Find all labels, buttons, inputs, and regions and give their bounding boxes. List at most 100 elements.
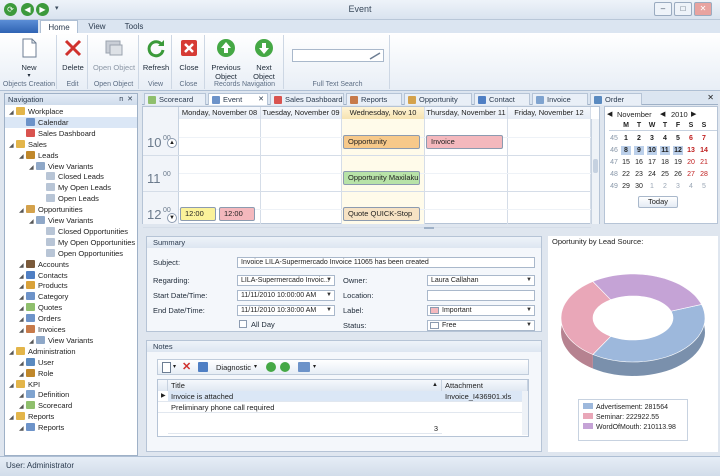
day-header[interactable]: Monday, November 08	[179, 107, 261, 119]
scroll-up-icon[interactable]: ▲	[167, 138, 177, 148]
attachment-cell[interactable]: Invoice_I436901.xls	[442, 391, 522, 402]
location-field[interactable]	[427, 290, 535, 301]
open-object-button[interactable]: Open Object	[91, 37, 137, 72]
doc-tab[interactable]: Reports	[346, 93, 402, 105]
calendar-day[interactable]: 22	[621, 170, 631, 179]
end-datetime-field[interactable]: 11/11/2010 10:30:00 AM ▼	[237, 305, 335, 316]
nav-item[interactable]: My Open Leads	[5, 182, 137, 193]
notes-scrollbar[interactable]	[522, 391, 528, 435]
all-day-checkbox[interactable]	[239, 320, 247, 328]
calendar-day[interactable]: 3	[673, 182, 683, 191]
column-title[interactable]: Title	[168, 380, 442, 391]
application-menu-button[interactable]	[0, 20, 38, 33]
tab-tools[interactable]: Tools	[116, 20, 152, 33]
delete-button[interactable]: Delete	[60, 37, 86, 72]
next-year-button[interactable]: ▶	[691, 110, 696, 118]
appointment[interactable]: Quote QUICK-Stop	[343, 207, 420, 221]
calendar-day[interactable]: 24	[647, 170, 657, 179]
calendar-month[interactable]: November	[617, 110, 652, 119]
nav-item[interactable]: ◢ Definition	[5, 389, 137, 400]
tab-home[interactable]: Home	[40, 20, 78, 33]
nav-item[interactable]: ◢ User	[5, 357, 137, 368]
nav-item[interactable]: ◢ Workplace	[5, 106, 137, 117]
calendar-day[interactable]: 23	[634, 170, 644, 179]
calendar-day[interactable]: 17	[647, 158, 657, 167]
calendar-day[interactable]: 1	[647, 182, 657, 191]
doc-tab[interactable]: Order	[590, 93, 642, 105]
doc-tab[interactable]: Opportunity	[404, 93, 472, 105]
calendar-day[interactable]: 9	[634, 146, 644, 155]
full-text-search-input[interactable]	[292, 49, 384, 62]
calendar-day[interactable]: 19	[673, 158, 683, 167]
nav-item[interactable]: ◢ Reports	[5, 422, 137, 433]
calendar-day[interactable]: 2	[634, 134, 644, 143]
calendar-day[interactable]: 15	[621, 158, 631, 167]
nav-item[interactable]: ◢ Scorecard	[5, 400, 137, 411]
next-note-icon[interactable]	[280, 362, 290, 372]
nav-item[interactable]: Open Leads	[5, 193, 137, 204]
close-button[interactable]: Close	[175, 37, 203, 72]
close-all-tabs-icon[interactable]: ✕	[707, 93, 714, 102]
nav-item[interactable]: ◢ View Variants	[5, 335, 137, 346]
prev-month-button[interactable]: ◀	[607, 110, 612, 118]
export-dropdown-icon[interactable]: ▾	[313, 363, 316, 370]
label-select[interactable]: Important ▼	[427, 305, 535, 316]
previous-object-button[interactable]: Previous Object	[208, 37, 244, 81]
nav-item[interactable]: ◢ Opportunities	[5, 204, 137, 215]
nav-item[interactable]: ◢ View Variants	[5, 161, 137, 172]
nav-item[interactable]: Calendar	[5, 116, 137, 128]
appointment[interactable]: 12:00	[180, 207, 216, 221]
nav-item[interactable]: ◢ View Variants	[5, 215, 137, 226]
nav-item[interactable]: ◢ KPI	[5, 379, 137, 390]
nav-item[interactable]: ◢ Contacts	[5, 270, 137, 281]
table-row[interactable]: Preliminary phone call required	[168, 402, 442, 413]
doc-tab[interactable]: Event ✕	[208, 93, 268, 105]
nav-item[interactable]: ◢ Category	[5, 291, 137, 302]
calendar-day[interactable]: 11	[660, 146, 670, 155]
nav-item[interactable]: ◢ Accounts	[5, 259, 137, 270]
owner-select[interactable]: Laura Callahan ▼	[427, 275, 535, 286]
prev-year-button[interactable]: ◀	[660, 110, 665, 118]
calendar-day[interactable]: 5	[673, 134, 683, 143]
start-datetime-field[interactable]: 11/11/2010 10:00:00 AM ▼	[237, 290, 335, 301]
splitter[interactable]	[142, 226, 718, 230]
nav-item[interactable]: Closed Opportunities	[5, 226, 137, 237]
calendar-day[interactable]: 14	[699, 146, 709, 155]
next-object-button[interactable]: Next Object	[246, 37, 282, 81]
calendar-day[interactable]: 4	[686, 182, 696, 191]
close-tab-icon[interactable]: ✕	[258, 94, 264, 106]
doc-tab[interactable]: Invoice	[532, 93, 588, 105]
calendar-day[interactable]: 7	[699, 134, 709, 143]
minimize-button[interactable]: –	[654, 2, 672, 16]
nav-item[interactable]: Closed Leads	[5, 171, 137, 182]
new-button[interactable]: New ▾	[6, 37, 52, 79]
calendar-day[interactable]: 5	[699, 182, 709, 191]
close-window-button[interactable]: ✕	[694, 2, 712, 16]
day-header[interactable]: Wednesday, Nov 10	[342, 107, 425, 119]
nav-item[interactable]: ◢ Orders	[5, 313, 137, 324]
export-icon[interactable]	[298, 362, 310, 372]
nav-item[interactable]: ◢ Invoices	[5, 324, 137, 335]
expand-icon[interactable]: ◢	[19, 424, 26, 435]
nav-item[interactable]: ◢ Role	[5, 368, 137, 379]
subject-field[interactable]: Invoice LILA-Supermercado Invoice 11065 …	[237, 257, 535, 268]
day-header[interactable]: Friday, November 12	[508, 107, 591, 119]
save-note-icon[interactable]	[198, 362, 208, 372]
appointment[interactable]: Invoice	[426, 135, 503, 149]
nav-item[interactable]: Sales Dashboard	[5, 128, 137, 139]
calendar-day[interactable]: 2	[660, 182, 670, 191]
calendar-day[interactable]: 10	[647, 146, 657, 155]
nav-item[interactable]: My Open Opportunities	[5, 237, 137, 248]
nav-item[interactable]: ◢ Leads	[5, 150, 137, 161]
nav-item[interactable]: ◢ Quotes	[5, 302, 137, 313]
calendar-day[interactable]: 6	[686, 134, 696, 143]
table-row[interactable]: Invoice is attached	[168, 391, 442, 402]
calendar-day[interactable]: 26	[673, 170, 683, 179]
calendar-day[interactable]: 18	[660, 158, 670, 167]
calendar-day[interactable]: 1	[621, 134, 631, 143]
calendar-day[interactable]: 4	[660, 134, 670, 143]
nav-item[interactable]: ◢ Sales	[5, 139, 137, 150]
calendar-day[interactable]: 20	[686, 158, 696, 167]
appointment[interactable]: Opportunity	[343, 135, 420, 149]
scroll-down-icon[interactable]: ▼	[167, 213, 177, 223]
